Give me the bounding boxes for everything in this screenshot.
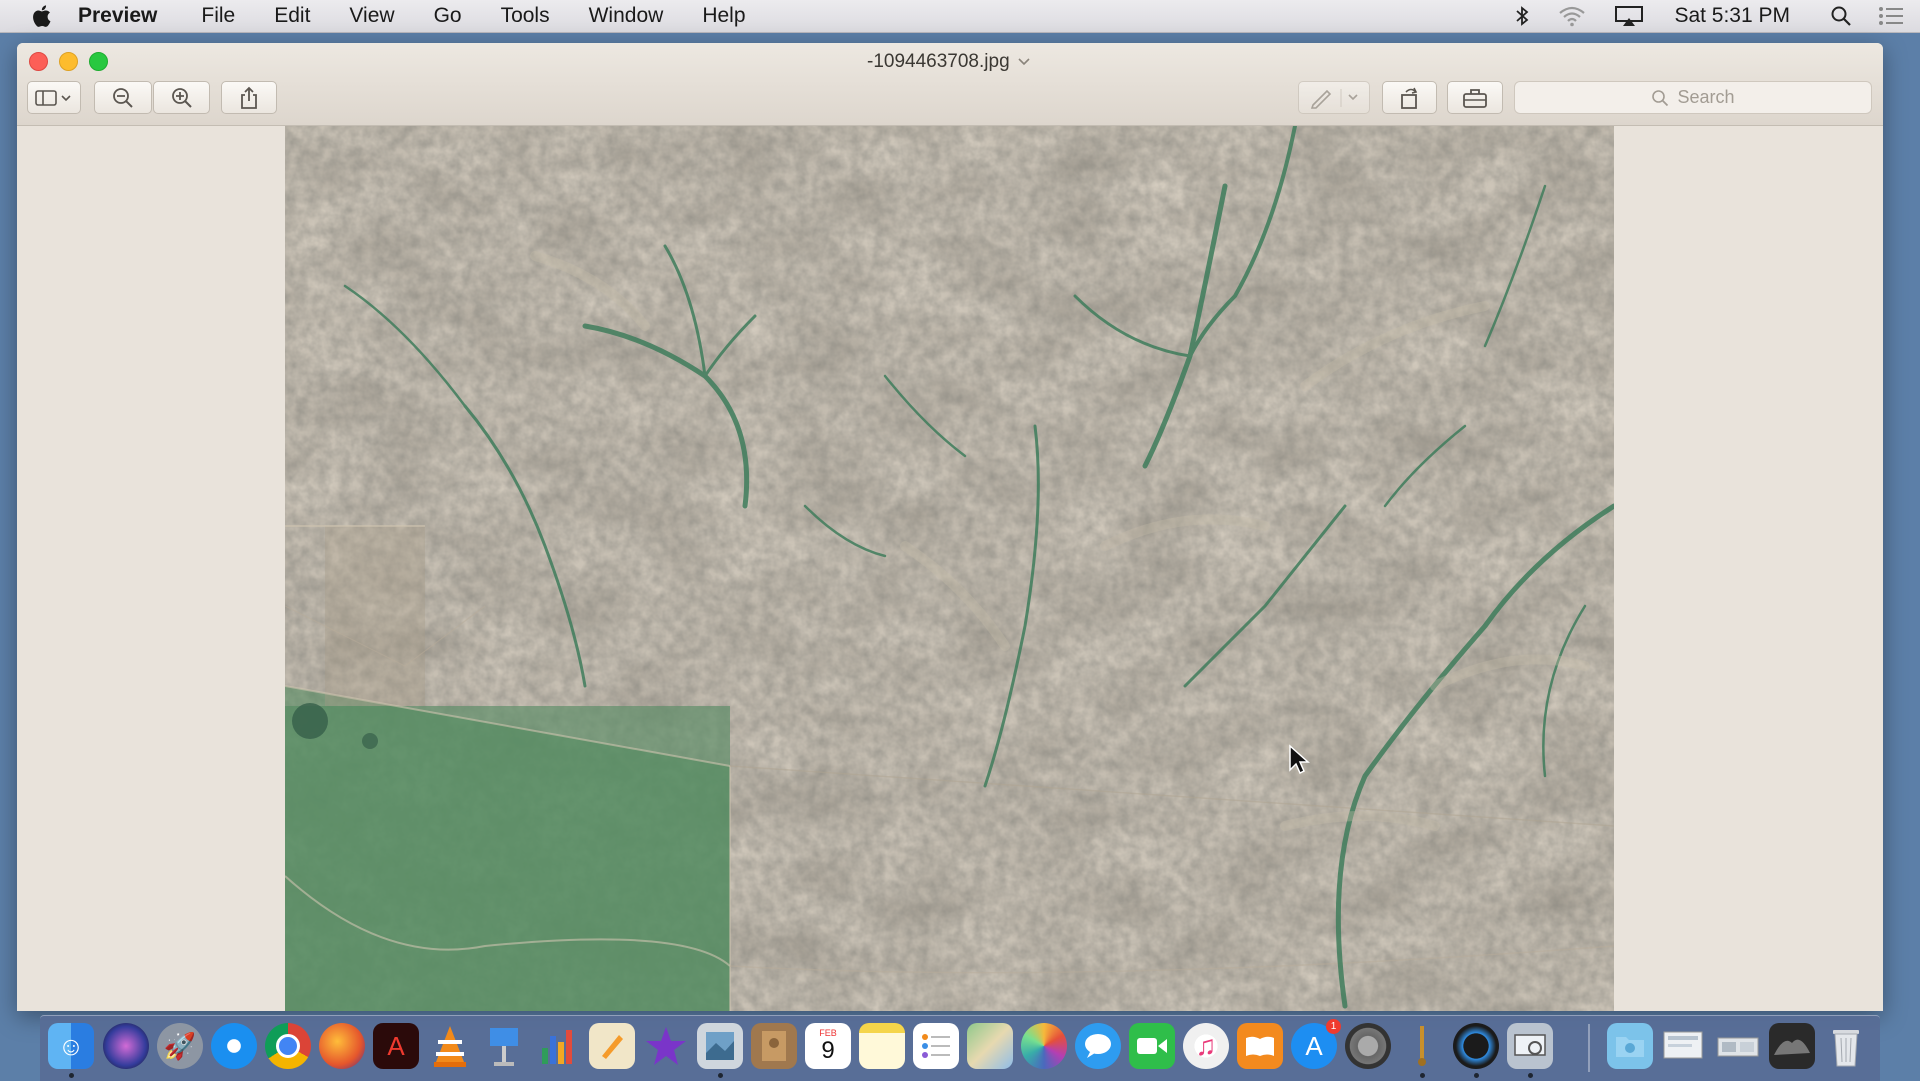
chevron-down-icon (1018, 58, 1030, 66)
rotate-icon (1400, 87, 1417, 109)
dock-screenshot-icon[interactable] (1507, 1023, 1553, 1069)
menu-file[interactable]: File (201, 4, 235, 28)
window-title[interactable]: -1094463708.jpg (867, 51, 1030, 73)
wifi-icon[interactable] (1558, 5, 1586, 27)
menu-window[interactable]: Window (589, 4, 664, 28)
dock-running-indicator (718, 1073, 723, 1078)
calendar-day: 9 (821, 1037, 835, 1064)
menu-edit[interactable]: Edit (274, 4, 310, 28)
dock-image-stack-icon[interactable] (1769, 1023, 1815, 1069)
dock-documents-stack-icon[interactable] (1661, 1023, 1707, 1069)
apple-menu-icon[interactable] (30, 4, 52, 28)
dock-keynote-icon[interactable] (481, 1023, 527, 1069)
zoom-in-button[interactable] (153, 81, 210, 114)
markup-pen-button[interactable] (1298, 81, 1370, 114)
dock-launchpad-icon[interactable]: 🚀 (157, 1023, 203, 1069)
dock-desktop-stack-icon[interactable] (1715, 1023, 1761, 1069)
dock-preview-icon[interactable] (697, 1023, 743, 1069)
search-placeholder: Search (1677, 87, 1735, 107)
document-content (17, 126, 1883, 1011)
dock-firefox-icon[interactable] (319, 1023, 365, 1069)
rotate-button[interactable] (1382, 81, 1437, 114)
dock-calendar-icon[interactable]: FEB 9 (805, 1023, 851, 1069)
zoom-out-icon (113, 87, 133, 108)
sidebar-icon (35, 89, 71, 106)
dock-reminders-icon[interactable] (913, 1023, 959, 1069)
sidebar-view-button[interactable] (27, 81, 81, 114)
dock-facetime-icon[interactable] (1129, 1023, 1175, 1069)
zoom-in-icon (171, 87, 192, 108)
dock-running-indicator (1474, 1073, 1479, 1078)
menu-go[interactable]: Go (434, 4, 462, 28)
dock-running-indicator (1528, 1073, 1533, 1078)
notification-center-icon[interactable] (1878, 6, 1904, 26)
menubar-clock[interactable]: Sat 5:31 PM (1674, 4, 1790, 28)
dock: ☺ 🚀 A FEB 9 ♫ A1 (40, 1015, 1880, 1081)
spotlight-search-icon[interactable] (1830, 5, 1852, 27)
dock-messages-icon[interactable] (1075, 1023, 1121, 1069)
menu-bar: Preview File Edit View Go Tools Window H… (0, 0, 1920, 33)
dock-numbers-icon[interactable] (535, 1023, 581, 1069)
zoom-out-button[interactable] (94, 81, 152, 114)
dock-imovie-icon[interactable] (643, 1023, 689, 1069)
share-button[interactable] (221, 81, 277, 114)
dock-siri-icon[interactable] (103, 1023, 149, 1069)
toolbox-icon (1463, 88, 1487, 108)
dock-chrome-icon[interactable] (265, 1023, 311, 1069)
dock-acrobat-icon[interactable]: A (373, 1023, 419, 1069)
bluetooth-icon[interactable] (1514, 5, 1530, 27)
pen-icon (1310, 88, 1358, 109)
airplay-icon[interactable] (1614, 5, 1644, 27)
dock-running-indicator (69, 1073, 74, 1078)
dock-itunes-icon[interactable]: ♫ (1183, 1023, 1229, 1069)
dock-vlc-icon[interactable] (427, 1023, 473, 1069)
dock-finder-icon[interactable]: ☺ (48, 1023, 94, 1069)
menu-view[interactable]: View (349, 4, 394, 28)
dock-downloads-folder-icon[interactable] (1607, 1023, 1653, 1069)
app-store-badge: 1 (1326, 1019, 1341, 1034)
dock-system-preferences-icon[interactable] (1345, 1023, 1391, 1069)
menu-help[interactable]: Help (702, 4, 745, 28)
dock-maps-icon[interactable] (967, 1023, 1013, 1069)
menu-tools[interactable]: Tools (501, 4, 550, 28)
aerial-image[interactable] (285, 126, 1614, 1011)
dock-trash-icon[interactable] (1823, 1023, 1869, 1069)
window-title-text: -1094463708.jpg (867, 51, 1010, 72)
dock-contacts-icon[interactable] (751, 1023, 797, 1069)
markup-toolbox-button[interactable] (1447, 81, 1503, 114)
dock-safari-icon[interactable] (211, 1023, 257, 1069)
dock-separator (1588, 1024, 1590, 1072)
dock-pages-icon[interactable] (589, 1023, 635, 1069)
dock-notes-icon[interactable] (859, 1023, 905, 1069)
zoom-button[interactable] (89, 52, 108, 71)
dock-running-indicator (1420, 1073, 1425, 1078)
dock-quicktime-icon[interactable] (1453, 1023, 1499, 1069)
dock-app-store-icon[interactable]: A1 (1291, 1019, 1341, 1069)
dock-photos-icon[interactable] (1021, 1023, 1067, 1069)
search-icon (1652, 89, 1669, 106)
share-icon (241, 86, 257, 109)
minimize-button[interactable] (59, 52, 78, 71)
window-toolbar: -1094463708.jpg Search (17, 43, 1883, 126)
dock-ibooks-icon[interactable] (1237, 1023, 1283, 1069)
dock-instruments-icon[interactable] (1399, 1023, 1445, 1069)
aerial-terrain-photo (285, 126, 1614, 1011)
search-field[interactable]: Search (1514, 81, 1872, 114)
preview-window: -1094463708.jpg Search (17, 43, 1883, 1011)
menu-app-preview[interactable]: Preview (78, 4, 157, 28)
close-button[interactable] (29, 52, 48, 71)
